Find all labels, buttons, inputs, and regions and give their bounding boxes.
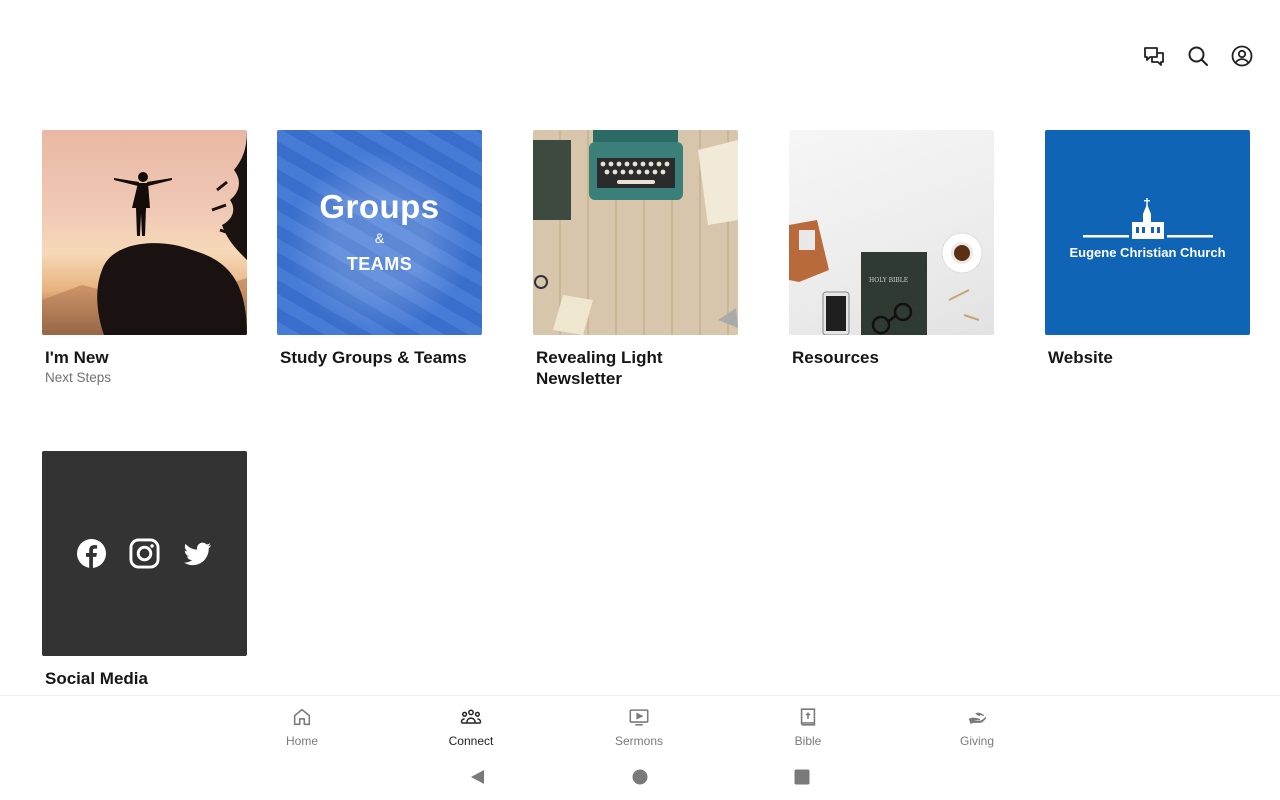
typewriter-image xyxy=(533,130,738,335)
church-logo-text: Eugene Christian Church xyxy=(1069,245,1226,260)
card-im-new[interactable]: I'm New Next Steps xyxy=(42,130,247,385)
nav-label: Connect xyxy=(448,734,494,748)
recents-icon[interactable] xyxy=(792,767,812,787)
bottom-navigation: Home Connect Sermons Bible Giving xyxy=(0,695,1280,755)
video-icon xyxy=(629,709,649,726)
top-actions xyxy=(1142,42,1254,70)
card-resources[interactable]: HOLY BIBLE Resources xyxy=(789,130,994,368)
card-title: Website xyxy=(1048,348,1113,367)
nav-bible[interactable]: Bible xyxy=(758,706,858,748)
card-study-groups[interactable]: Groups & TEAMS Study Groups & Teams xyxy=(277,130,482,368)
card-subtitle: Next Steps xyxy=(45,370,112,385)
people-icon xyxy=(460,709,482,724)
chat-icon[interactable] xyxy=(1142,42,1166,70)
top-bar xyxy=(0,0,1280,110)
back-icon[interactable] xyxy=(468,767,488,787)
nav-label: Bible xyxy=(794,734,822,748)
groups-graphic-word: Groups xyxy=(319,188,440,225)
svg-text:HOLY BIBLE: HOLY BIBLE xyxy=(869,277,908,284)
card-newsletter[interactable]: Revealing Light Newsletter xyxy=(533,130,738,389)
card-title: I'm New xyxy=(45,348,109,367)
home-circle-icon[interactable] xyxy=(630,767,650,787)
card-website[interactable]: Eugene Christian Church Website xyxy=(1045,130,1250,368)
system-navigation-bar xyxy=(0,755,1280,800)
instagram-icon xyxy=(129,538,160,569)
card-title: Social Media xyxy=(45,669,148,688)
card-title: Study Groups & Teams xyxy=(280,348,467,367)
card-title: Resources xyxy=(792,348,879,367)
church-logo-image: Eugene Christian Church xyxy=(1045,130,1250,335)
bible-icon xyxy=(800,708,816,726)
home-icon xyxy=(293,708,311,726)
search-icon[interactable] xyxy=(1186,42,1210,70)
account-icon[interactable] xyxy=(1230,42,1254,70)
nav-giving[interactable]: Giving xyxy=(927,706,1027,748)
nav-home[interactable]: Home xyxy=(252,706,352,748)
bible-desk-image: HOLY BIBLE xyxy=(789,130,994,335)
nav-label: Giving xyxy=(959,734,994,748)
card-social-media[interactable]: Social Media xyxy=(42,451,247,689)
im-new-image xyxy=(42,130,247,335)
facebook-icon xyxy=(76,538,107,569)
nav-sermons[interactable]: Sermons xyxy=(589,706,689,748)
teams-graphic-word: TEAMS xyxy=(346,254,413,274)
social-icons-image xyxy=(42,451,247,656)
giving-icon xyxy=(968,712,987,724)
nav-connect[interactable]: Connect xyxy=(421,706,521,748)
twitter-icon xyxy=(183,542,212,566)
groups-graphic-amp: & xyxy=(374,230,385,246)
nav-label: Sermons xyxy=(614,734,664,748)
nav-label: Home xyxy=(285,734,318,748)
groups-teams-image: Groups & TEAMS xyxy=(277,130,482,335)
card-title: Revealing Light Newsletter xyxy=(536,348,663,388)
